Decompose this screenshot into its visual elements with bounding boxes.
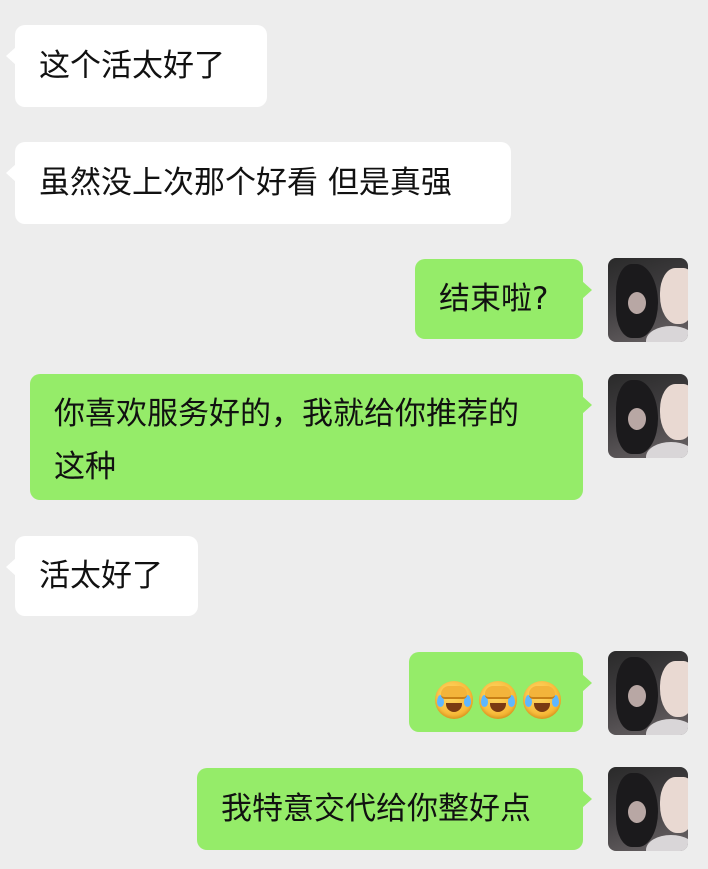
message-text: 这个活太好了 (39, 48, 225, 84)
user-avatar-icon[interactable] (608, 258, 688, 342)
avatar-cheek (628, 408, 646, 430)
incoming-message[interactable]: 虽然没上次那个好看 但是真强 (6, 142, 511, 224)
user-avatar-icon[interactable] (608, 651, 688, 735)
message-text: 结束啦? (439, 281, 549, 317)
bubble-tail (6, 558, 16, 576)
user-avatar-icon[interactable] (608, 374, 688, 458)
avatar-cheek (628, 801, 646, 823)
avatar-shoulder (646, 326, 688, 342)
message-text: 虽然没上次那个好看 但是真强 (39, 165, 452, 201)
avatar-cheek (628, 292, 646, 314)
message-text: 活太好了 (39, 558, 163, 594)
avatar-shoulder (646, 719, 688, 735)
outgoing-message[interactable]: 结束啦? (415, 259, 592, 339)
avatar-shoulder (646, 442, 688, 458)
bubble-tail (6, 164, 16, 182)
bubble-tail (6, 47, 16, 65)
face-palm-crying-emoji (479, 680, 517, 719)
avatar-face (660, 777, 688, 833)
outgoing-message[interactable]: 我特意交代给你整好点 (197, 768, 592, 850)
avatar-face (660, 268, 688, 324)
user-avatar-icon[interactable] (608, 767, 688, 851)
bubble-tail (582, 674, 592, 692)
avatar-cheek (628, 685, 646, 707)
bubble-tail (582, 281, 592, 299)
outgoing-message[interactable]: 你喜欢服务好的，我就给你推荐的 这种 (30, 374, 592, 500)
message-text-line: 这种 (54, 449, 116, 485)
avatar-shoulder (646, 835, 688, 851)
incoming-message[interactable]: 这个活太好了 (6, 25, 267, 107)
emoji-row (435, 680, 561, 719)
avatar-face (660, 661, 688, 717)
face-palm-crying-emoji (435, 680, 473, 719)
face-palm-crying-emoji (523, 680, 561, 719)
avatar-face (660, 384, 688, 440)
incoming-message[interactable]: 活太好了 (6, 536, 198, 616)
outgoing-message[interactable] (409, 652, 592, 732)
bubble-tail (582, 396, 592, 414)
message-text: 我特意交代给你整好点 (221, 791, 531, 827)
bubble-tail (582, 790, 592, 808)
message-text-line: 你喜欢服务好的，我就给你推荐的 (54, 396, 519, 432)
